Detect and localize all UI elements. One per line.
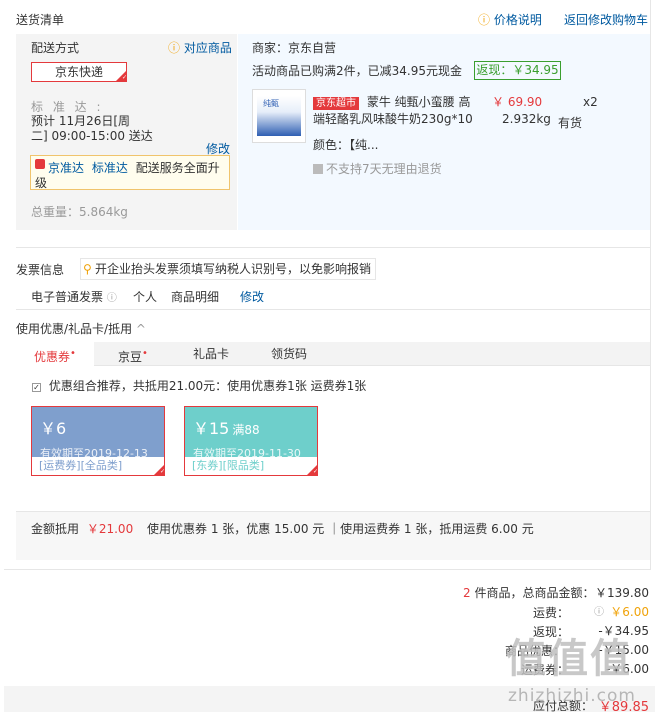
tab-beans-label: 京豆 bbox=[118, 350, 143, 364]
summary-label: 金额抵用 bbox=[31, 522, 80, 536]
recommend-row[interactable]: ✓ 优惠组合推荐，共抵用21.00元：使用优惠券1张 运费券1张 bbox=[32, 377, 366, 394]
eta-line-2: 二] 09:00-15:00 送达 bbox=[31, 129, 153, 143]
product-title-link[interactable]: 京东超市 蒙牛 纯甄小蛮腰 高 bbox=[313, 93, 470, 110]
site-watermark-url: zhizhizhi.com bbox=[508, 686, 636, 706]
jzd-standard: 标准达 bbox=[91, 161, 128, 175]
tab-coupon-label: 优惠券 bbox=[34, 350, 71, 364]
no-return-icon bbox=[313, 164, 323, 174]
invoice-tip: ⚲ 开企业抬头发票须填写纳税人识别号，以免影响报销 bbox=[80, 258, 376, 280]
coupon-section-toggle[interactable]: 使用优惠/礼品卡/抵用 ^ bbox=[16, 320, 146, 337]
coupon-summary: 金额抵用 ￥21.00 使用优惠券 1 张，优惠 15.00 元 ｜使用运费券 … bbox=[31, 520, 534, 537]
product-price: ￥ 69.90 bbox=[492, 95, 543, 109]
coupon-amount: ￥6 bbox=[40, 419, 67, 438]
stock-status: 有货 bbox=[558, 116, 583, 130]
summary-text: 使用优惠券 1 张，优惠 15.00 元 ｜使用运费券 1 张，抵用运费 6.0… bbox=[147, 522, 534, 536]
checkbox-checked-icon[interactable]: ✓ bbox=[32, 383, 41, 392]
coupon-expire: 有效期至2019-12-13 bbox=[40, 447, 148, 460]
selected-check-icon bbox=[154, 465, 165, 476]
product-color: 颜色：【纯... bbox=[313, 138, 379, 152]
tab-jd-beans[interactable]: 京豆• bbox=[94, 342, 172, 367]
coupon-card[interactable]: ￥15 满88 有效期至2019-11-30 [东券][限品类] bbox=[184, 406, 318, 476]
coupon-section-title: 使用优惠/礼品卡/抵用 bbox=[16, 322, 133, 336]
jd-express-option[interactable]: 京东快递 bbox=[31, 62, 127, 82]
goods-amount: ￥139.80 bbox=[595, 586, 649, 600]
site-watermark: 值值值 bbox=[506, 636, 632, 682]
express-label: 京东快递 bbox=[54, 65, 103, 79]
chevron-up-icon: ^ bbox=[135, 322, 146, 336]
coupon-card-top: ￥15 满88 有效期至2019-11-30 bbox=[185, 407, 317, 460]
tab-gift-label: 礼品卡 bbox=[192, 347, 229, 361]
info-icon: ⓘ bbox=[168, 41, 181, 55]
product-weight: 2.932kg bbox=[502, 112, 551, 126]
price-note-label: 价格说明 bbox=[493, 13, 542, 27]
promo-text: 活动商品已购满2件，已减34.95元现金 bbox=[252, 64, 462, 78]
invoice-type: 电子普通发票 ⓘ bbox=[31, 288, 117, 305]
jzd-text-2: 级 bbox=[35, 176, 48, 190]
merchant-label: 商家：京东自营 bbox=[252, 41, 337, 55]
tab-coupon[interactable]: 优惠券• bbox=[16, 342, 94, 367]
coupon-condition: 满88 bbox=[232, 423, 260, 437]
product-image[interactable]: 纯甄 bbox=[252, 89, 306, 143]
jzd-logo-icon bbox=[35, 159, 45, 169]
selected-check-icon bbox=[307, 465, 318, 476]
recommend-text: 优惠组合推荐，共抵用21.00元：使用优惠券1张 运费券1张 bbox=[48, 379, 367, 393]
info-icon: ⓘ bbox=[478, 13, 491, 27]
tab-pickup-label: 领货码 bbox=[270, 347, 307, 361]
info-icon: ⓘ bbox=[106, 293, 117, 304]
shipping-method-label: 配送方式 bbox=[31, 41, 80, 55]
price-note-link[interactable]: ⓘ 价格说明 bbox=[478, 11, 542, 28]
product-qty: x2 bbox=[583, 95, 598, 109]
no-return-notice: 不支持7天无理由退货 bbox=[313, 160, 442, 177]
invoice-type-label: 电子普通发票 bbox=[31, 290, 104, 304]
coupon-card-top: ￥6 有效期至2019-12-13 bbox=[32, 407, 164, 460]
match-goods-label: 对应商品 bbox=[183, 41, 232, 55]
summary-amount: ￥21.00 bbox=[86, 522, 134, 536]
rebate-badge: 返现：￥34.95 bbox=[474, 61, 561, 80]
product-name-1: 蒙牛 纯甄小蛮腰 高 bbox=[366, 95, 471, 109]
total-weight: 总重量：5.864kg bbox=[31, 205, 128, 219]
jzd-upgrade-notice: 京准达 标准达 配送服务全面升 级 bbox=[30, 155, 230, 190]
selected-check-icon bbox=[116, 71, 127, 82]
divider bbox=[16, 309, 650, 310]
goods-count-label: 件商品，总商品金额： bbox=[474, 586, 595, 600]
coupon-expire: 有效期至2019-11-30 bbox=[193, 447, 301, 460]
freight-amount: ￥6.00 bbox=[610, 605, 649, 619]
coupon-tabs: 优惠券• 京豆• 礼品卡 领货码 bbox=[16, 342, 650, 367]
delivery-list-title: 送货清单 bbox=[16, 13, 65, 27]
invoice-personal: 个人 bbox=[133, 290, 158, 304]
tab-pickup-code[interactable]: 领货码 bbox=[250, 342, 328, 367]
coupon-amount: ￥15 bbox=[193, 419, 230, 438]
location-pin-icon: ⚲ bbox=[83, 262, 92, 276]
info-icon: ⓘ bbox=[594, 607, 604, 618]
divider bbox=[16, 247, 650, 248]
jzd-text-1: 配送服务全面升 bbox=[135, 161, 220, 175]
invoice-modify-link[interactable]: 修改 bbox=[240, 288, 264, 305]
invoice-tip-text: 开企业抬头发票须填写纳税人识别号，以免影响报销 bbox=[95, 262, 372, 276]
goods-count-line: 2 件商品，总商品金额： bbox=[463, 584, 594, 601]
product-name-2[interactable]: 端轻酪乳风味酸牛奶230g*10 bbox=[313, 110, 473, 127]
product-image-label: 纯甄 bbox=[263, 99, 279, 108]
tab-gift-card[interactable]: 礼品卡 bbox=[172, 342, 250, 367]
no-return-text: 不支持7天无理由退货 bbox=[326, 162, 442, 176]
match-goods-link[interactable]: ⓘ 对应商品 bbox=[168, 39, 232, 56]
freight-label: 运费： bbox=[533, 606, 570, 620]
jd-supermarket-tag: 京东超市 bbox=[313, 97, 359, 110]
invoice-detail: 商品明细 bbox=[171, 290, 220, 304]
invoice-label: 发票信息 bbox=[16, 263, 65, 277]
back-to-cart-link[interactable]: 返回修改购物车 bbox=[564, 11, 648, 28]
goods-count: 2 bbox=[463, 586, 471, 600]
jzd-brand: 京准达 bbox=[48, 161, 85, 175]
coupon-card[interactable]: ￥6 有效期至2019-12-13 [运费券][全品类] bbox=[31, 406, 165, 476]
